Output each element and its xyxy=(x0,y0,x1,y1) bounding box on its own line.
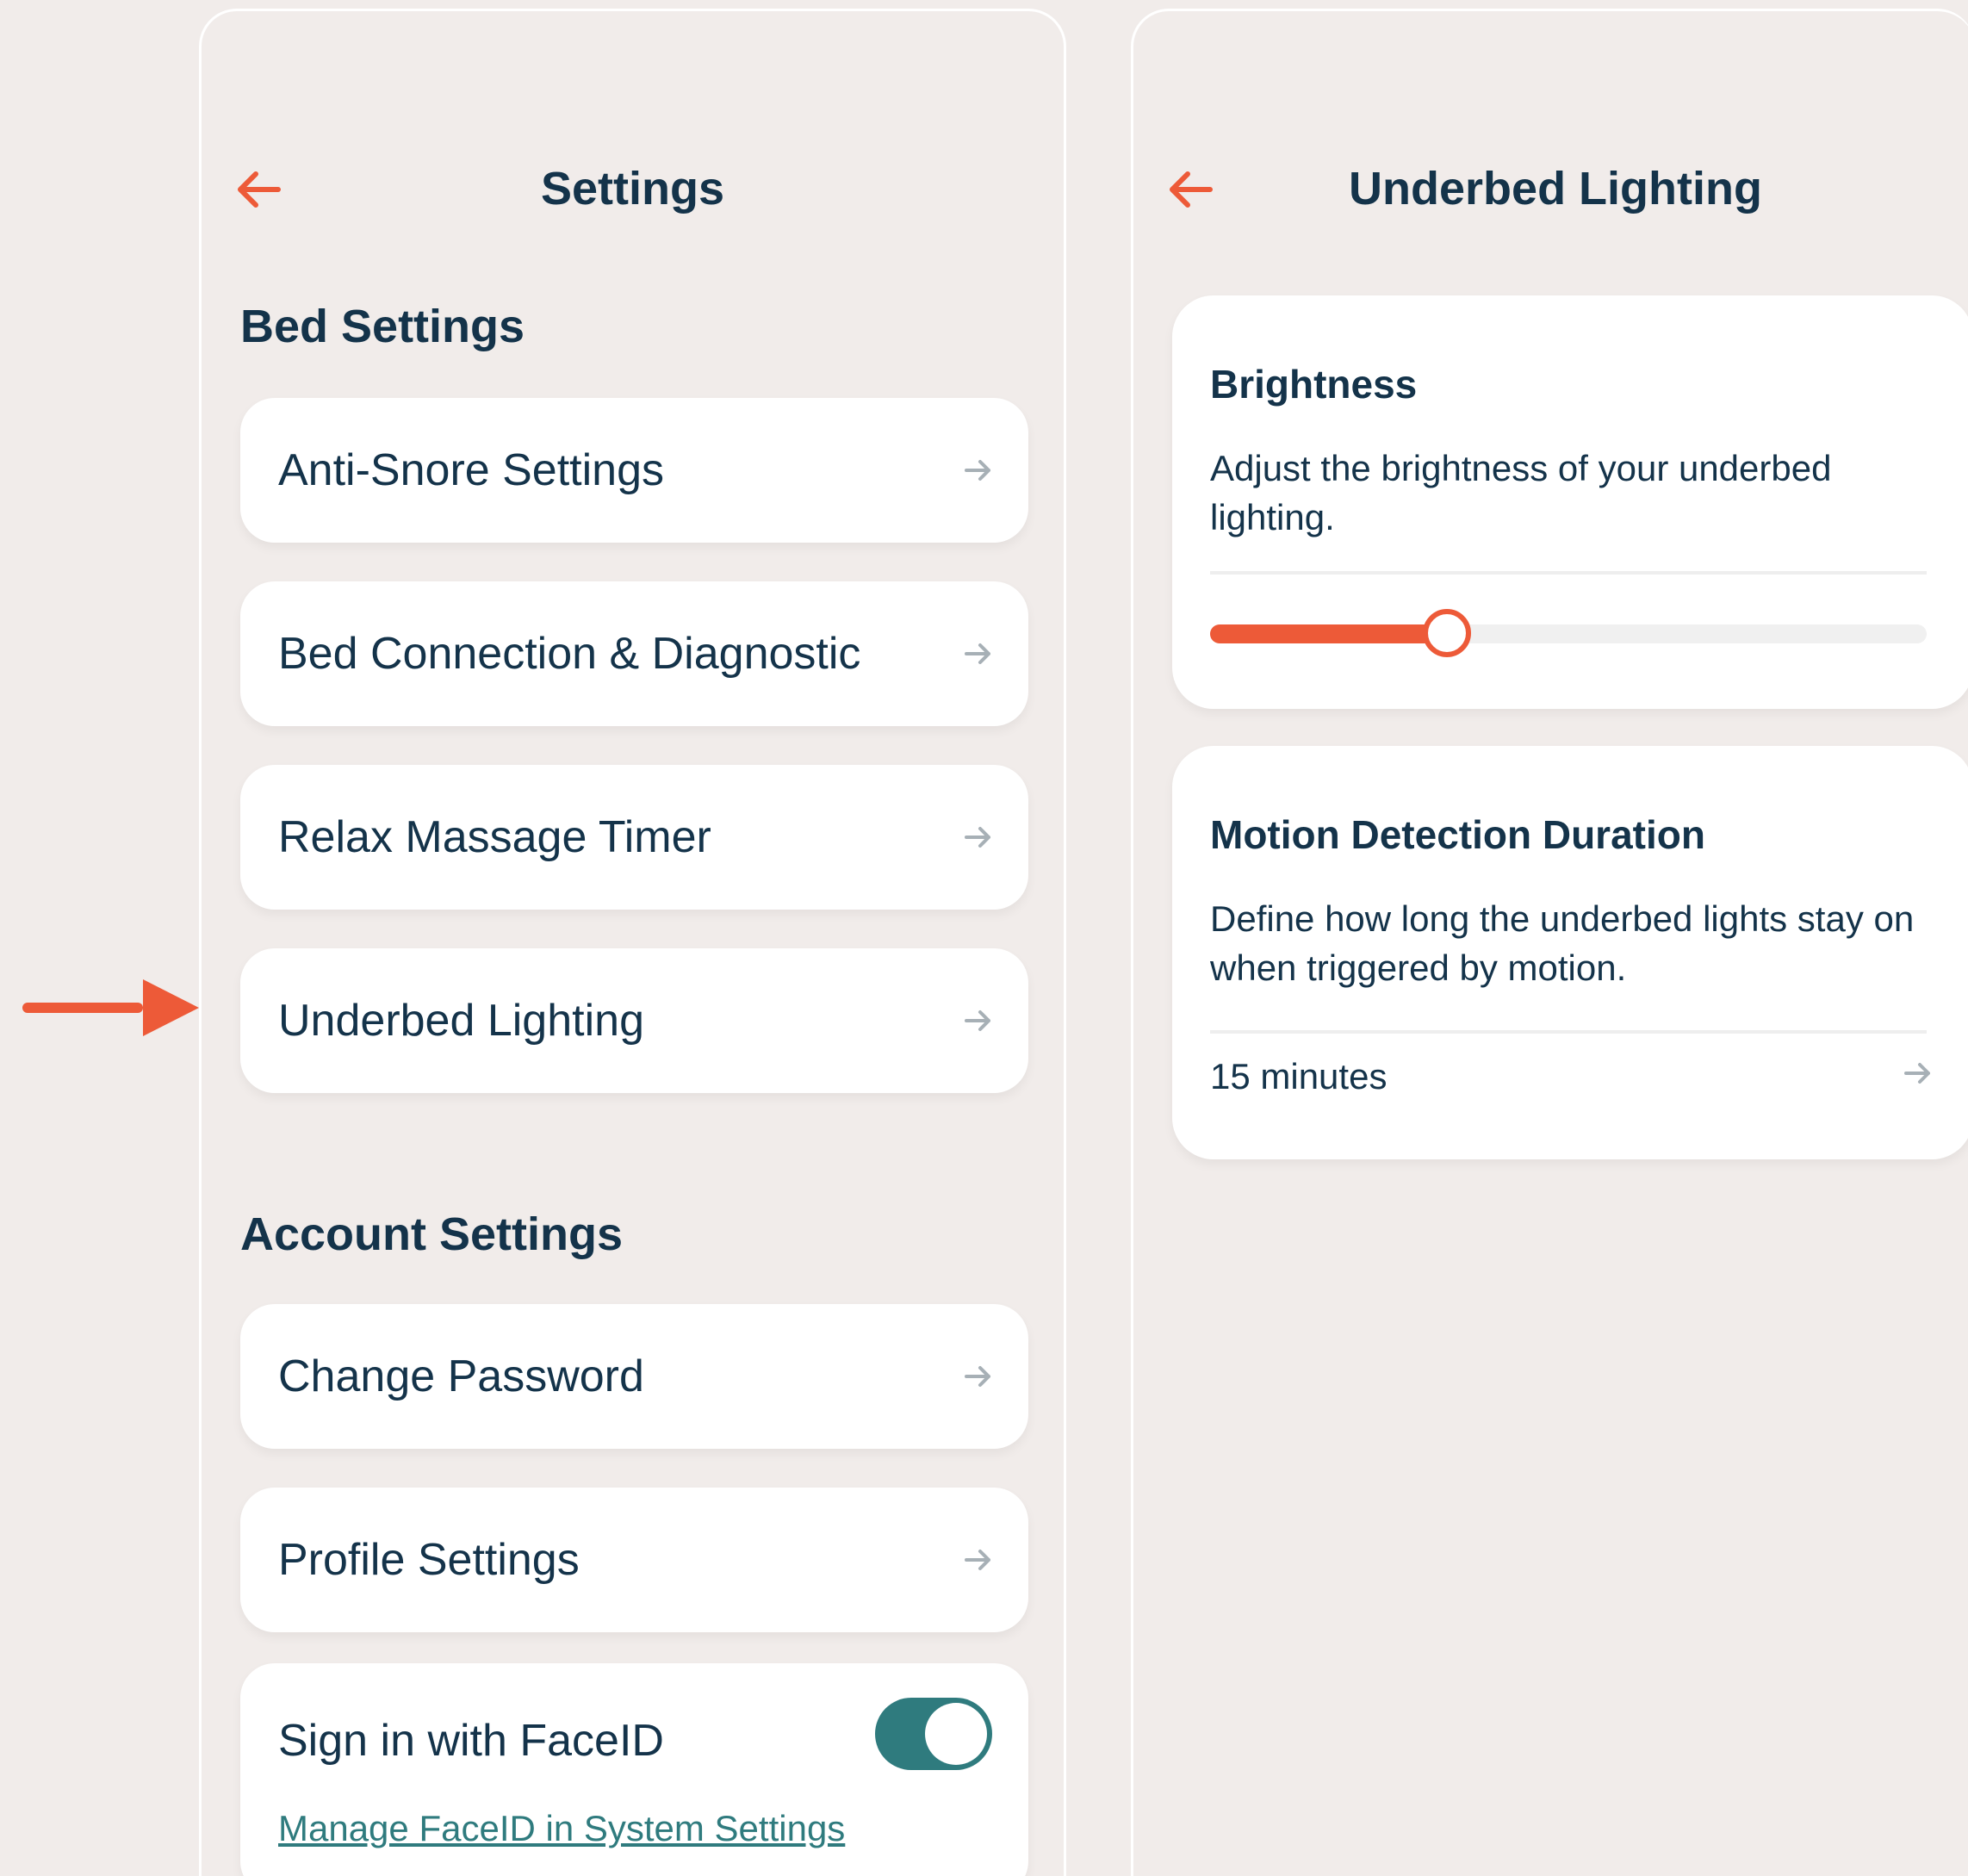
row-label: Change Password xyxy=(278,1351,644,1401)
motion-duration-row[interactable]: 15 minutes xyxy=(1210,1047,1935,1116)
motion-detection-title: Motion Detection Duration xyxy=(1210,812,1705,857)
settings-header: Settings xyxy=(202,153,1064,239)
page-title: Underbed Lighting xyxy=(1349,163,1762,214)
bed-settings-heading: Bed Settings xyxy=(240,301,525,352)
arrow-right-icon xyxy=(1904,1063,1930,1084)
faceid-toggle[interactable] xyxy=(875,1698,992,1770)
duration-value: 15 minutes xyxy=(1210,1056,1388,1096)
arrow-right-icon xyxy=(965,643,990,664)
row-bed-connection-diagnostic[interactable]: Bed Connection & Diagnostic xyxy=(240,581,1028,726)
pointer-arrow-icon xyxy=(22,979,199,1036)
row-label: Underbed Lighting xyxy=(278,996,644,1046)
row-label: Bed Connection & Diagnostic xyxy=(278,629,861,679)
brightness-card: Brightness Adjust the brightness of your… xyxy=(1172,295,1968,709)
row-change-password[interactable]: Change Password xyxy=(240,1304,1028,1449)
arrow-right-icon xyxy=(965,460,990,481)
lighting-header: Underbed Lighting xyxy=(1133,153,1968,239)
brightness-slider[interactable] xyxy=(1210,609,1927,657)
underbed-lighting-screen: Underbed Lighting Brightness Adjust the … xyxy=(1131,9,1968,1876)
settings-screen: Settings Bed Settings Anti-Snore Setting… xyxy=(199,9,1066,1876)
account-settings-heading: Account Settings xyxy=(240,1208,624,1260)
arrow-right-icon xyxy=(965,1366,990,1387)
motion-detection-description: Define how long the underbed lights stay… xyxy=(1210,898,1915,988)
faceid-card: Sign in with FaceID Manage FaceID in Sys… xyxy=(240,1663,1028,1876)
divider xyxy=(1210,1030,1927,1034)
slider-thumb[interactable] xyxy=(1422,609,1471,657)
brightness-title: Brightness xyxy=(1210,362,1418,407)
arrow-right-icon xyxy=(965,1550,990,1570)
row-anti-snore-settings[interactable]: Anti-Snore Settings xyxy=(240,398,1028,543)
page-title: Settings xyxy=(540,163,725,214)
arrow-right-icon xyxy=(965,827,990,848)
row-label: Relax Massage Timer xyxy=(278,812,711,862)
row-underbed-lighting[interactable]: Underbed Lighting xyxy=(240,948,1028,1093)
row-relax-massage-timer[interactable]: Relax Massage Timer xyxy=(240,765,1028,910)
manage-faceid-link[interactable]: Manage FaceID in System Settings xyxy=(278,1808,845,1849)
toggle-knob xyxy=(925,1703,987,1765)
row-profile-settings[interactable]: Profile Settings xyxy=(240,1488,1028,1632)
screen: Settings Bed Settings Anti-Snore Setting… xyxy=(0,0,1968,1876)
row-label: Anti-Snore Settings xyxy=(278,445,665,495)
faceid-label: Sign in with FaceID xyxy=(278,1716,664,1766)
arrow-right-icon xyxy=(965,1010,990,1031)
brightness-description: Adjust the brightness of your underbed l… xyxy=(1210,448,1832,537)
slider-fill xyxy=(1210,624,1447,643)
row-label: Profile Settings xyxy=(278,1535,580,1585)
motion-detection-card: Motion Detection Duration Define how lon… xyxy=(1172,746,1968,1159)
divider xyxy=(1210,571,1927,575)
